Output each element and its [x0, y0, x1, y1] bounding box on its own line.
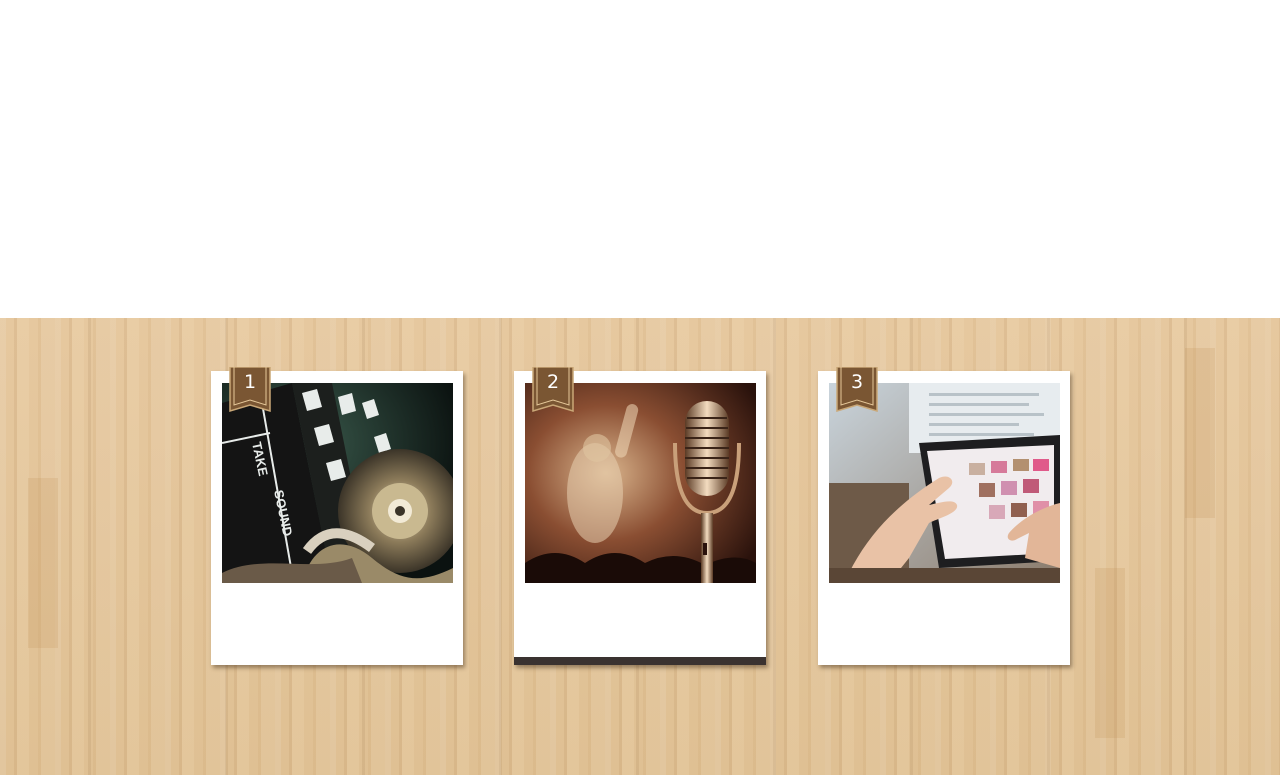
card-caption-area	[525, 593, 756, 653]
number-ribbon: 3	[835, 367, 879, 413]
card-number: 3	[850, 371, 864, 393]
top-blank-area	[0, 0, 1280, 318]
card-caption-area	[222, 593, 453, 653]
feature-card-2[interactable]: 2	[514, 367, 766, 665]
tablet-hands-image	[829, 383, 1060, 583]
wood-plank-seam	[1185, 348, 1215, 518]
wood-plank-seam	[1095, 568, 1125, 738]
feature-card-3[interactable]: 3	[818, 367, 1070, 665]
film-clapperboard-image: TAKE SOUND	[222, 383, 453, 583]
number-ribbon: 2	[531, 367, 575, 413]
card-number: 1	[243, 371, 257, 393]
feature-card-1[interactable]: 1 TAKE SOUND	[211, 367, 463, 665]
card-caption-area	[829, 593, 1060, 653]
card-number: 2	[546, 371, 560, 393]
microphone-concert-image	[525, 383, 756, 583]
wood-plank-seam	[28, 478, 58, 648]
number-ribbon: 1	[228, 367, 272, 413]
